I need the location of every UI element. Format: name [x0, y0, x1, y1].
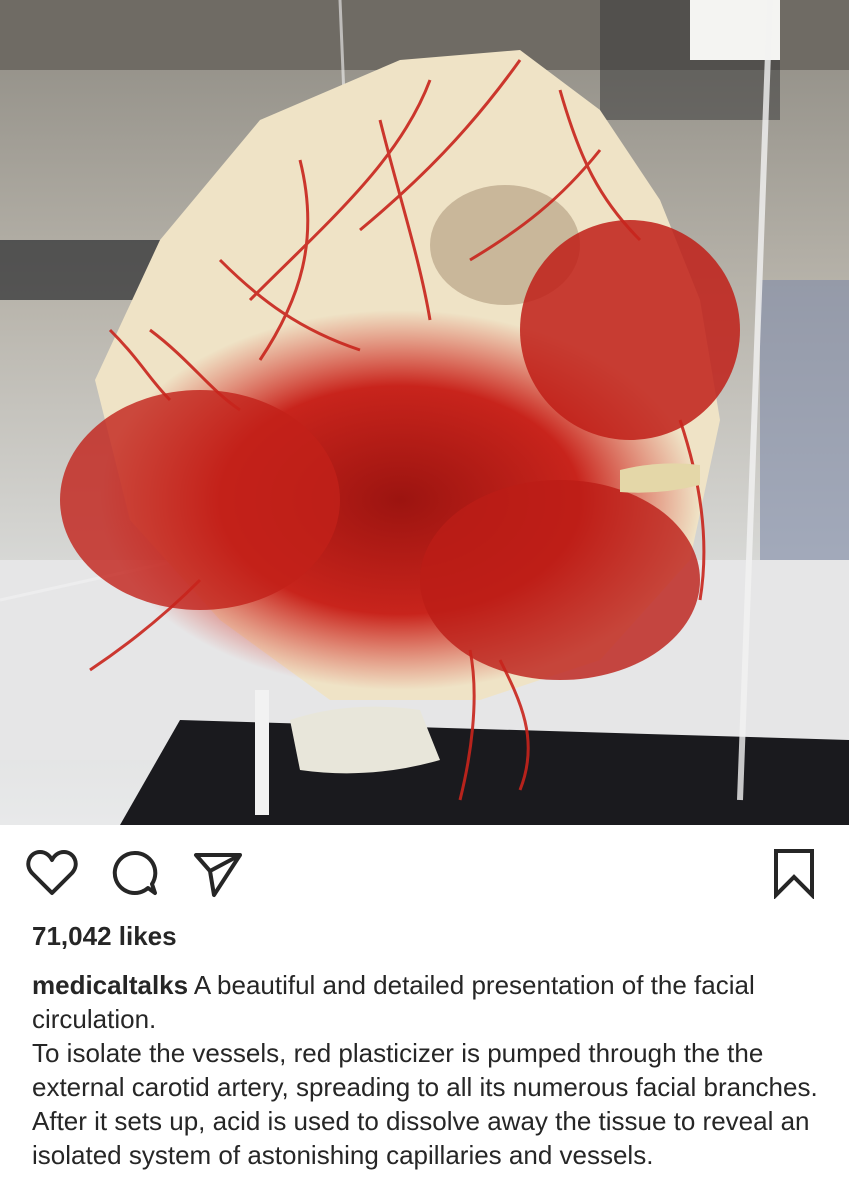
post-caption: medicaltalks A beautiful and detailed pr… — [32, 968, 832, 1172]
post-action-bar — [0, 825, 849, 925]
bookmark-icon[interactable] — [766, 845, 822, 901]
caption-body: To isolate the vessels, red plasticizer … — [32, 1038, 818, 1170]
send-icon[interactable] — [190, 845, 246, 901]
comment-icon[interactable] — [107, 845, 163, 901]
heart-icon[interactable] — [24, 845, 80, 901]
caption-first-paragraph: medicaltalks A beautiful and detailed pr… — [32, 968, 832, 1036]
likes-count[interactable]: 71,042 likes — [32, 921, 177, 952]
caption-username[interactable]: medicaltalks — [32, 970, 188, 1000]
post-image[interactable] — [0, 0, 849, 825]
